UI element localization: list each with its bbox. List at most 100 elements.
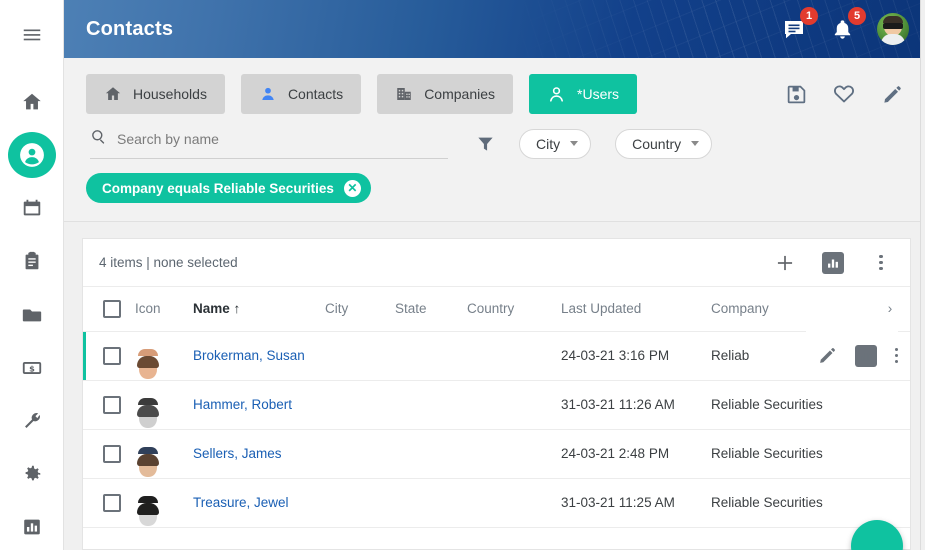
filter-chip-label: Company equals Reliable Securities: [102, 180, 334, 196]
left-nav-rail: $: [0, 0, 64, 550]
column-header-city[interactable]: City: [325, 287, 395, 332]
tab-label: Households: [133, 86, 207, 102]
column-header-company[interactable]: Company: [711, 287, 870, 332]
table-row[interactable]: Hammer, Robert 31-03-21 11:26 AM Reliabl…: [83, 380, 910, 430]
column-header-state[interactable]: State: [395, 287, 467, 332]
row-last-updated-cell: 24-03-21 3:16 PM: [561, 331, 711, 381]
row-city-cell: [325, 380, 395, 430]
menu-icon[interactable]: [8, 12, 56, 58]
row-select-cell: [83, 380, 135, 430]
row-avatar-cell: [135, 380, 193, 430]
billing-icon[interactable]: $: [8, 345, 56, 391]
person-outline-icon: [547, 85, 566, 104]
country-dropdown[interactable]: Country: [615, 128, 713, 159]
row-checkbox[interactable]: [103, 444, 121, 463]
row-country-cell: [467, 478, 561, 528]
app-root: $ Contacts 1 5 Households Contacts Compa…: [0, 0, 925, 550]
person-icon: [259, 85, 277, 103]
tab-companies[interactable]: Companies: [377, 74, 514, 114]
header-actions: 1 5: [781, 7, 909, 45]
avatar[interactable]: [877, 13, 909, 45]
entity-tabs: Households Contacts Companies *Users: [64, 74, 925, 114]
row-state-cell: [395, 429, 467, 479]
chart-button[interactable]: [818, 248, 848, 278]
table-body: Brokerman, Susan 24-03-21 3:16 PM Reliab: [83, 331, 910, 528]
search-icon: [90, 128, 107, 150]
calendar-icon[interactable]: [8, 185, 56, 231]
contacts-icon[interactable]: [7, 132, 56, 179]
chart-icon[interactable]: [8, 504, 56, 550]
tab-contacts[interactable]: Contacts: [240, 74, 362, 114]
row-company-cell: Reliable Securities: [711, 429, 870, 479]
gear-icon[interactable]: [8, 451, 56, 497]
page-title: Contacts: [86, 17, 174, 40]
row-name-link[interactable]: Treasure, Jewel: [193, 495, 289, 510]
search-input[interactable]: [117, 131, 448, 147]
row-select-cell: [83, 331, 135, 381]
row-more-button[interactable]: [894, 347, 898, 364]
table-row[interactable]: Sellers, James 24-03-21 2:48 PM Reliable…: [83, 429, 910, 479]
select-all-header: [83, 287, 135, 332]
row-checkbox[interactable]: [103, 395, 121, 414]
row-expand-cell: [805, 331, 910, 381]
row-hover-actions: [805, 331, 898, 380]
row-state-cell: [395, 478, 467, 528]
row-state-cell: [395, 380, 467, 430]
row-select-cell: [83, 478, 135, 528]
chat-icon[interactable]: 1: [781, 7, 818, 42]
row-last-updated-cell: 31-03-21 11:26 AM: [561, 380, 711, 430]
right-edge-divider: [920, 0, 925, 550]
table-row[interactable]: Treasure, Jewel 31-03-21 11:25 AM Reliab…: [83, 478, 910, 528]
folder-icon[interactable]: [8, 291, 56, 337]
save-icon[interactable]: [781, 79, 811, 109]
row-name-link[interactable]: Brokerman, Susan: [193, 348, 305, 363]
bar-chart-icon: [854, 344, 877, 367]
table-row[interactable]: Brokerman, Susan 24-03-21 3:16 PM Reliab: [83, 331, 910, 381]
more-menu-button[interactable]: [866, 248, 896, 278]
svg-text:$: $: [29, 363, 35, 373]
search-field-wrapper: [90, 128, 448, 159]
column-header-country[interactable]: Country: [467, 287, 561, 332]
pencil-icon[interactable]: [877, 79, 907, 109]
wrench-icon[interactable]: [8, 398, 56, 444]
column-header-icon[interactable]: Icon: [135, 287, 193, 332]
select-all-checkbox[interactable]: [103, 299, 121, 318]
heart-icon[interactable]: [829, 79, 859, 109]
row-edit-button[interactable]: [818, 346, 837, 365]
bar-chart-icon: [822, 251, 844, 274]
row-name-link[interactable]: Hammer, Robert: [193, 397, 292, 412]
bell-icon[interactable]: 5: [829, 7, 866, 42]
row-country-cell: [467, 429, 561, 479]
row-avatar-cell: [135, 331, 193, 381]
row-checkbox[interactable]: [103, 346, 121, 365]
tab-users[interactable]: *Users: [529, 74, 638, 114]
expand-columns-icon[interactable]: ›: [870, 287, 910, 332]
city-dropdown-label: City: [536, 135, 561, 152]
table-card-area: 4 items | none selected Icon Name ↑ City…: [64, 222, 925, 550]
row-name-link[interactable]: Sellers, James: [193, 446, 282, 461]
filter-chip-company[interactable]: Company equals Reliable Securities ✕: [86, 173, 371, 203]
messages-badge: 1: [800, 7, 818, 25]
building-icon: [395, 85, 413, 103]
kebab-icon: [879, 254, 883, 271]
content-column: Contacts 1 5 Households Contacts Compani…: [64, 0, 925, 550]
row-name-cell: Sellers, James: [193, 429, 325, 479]
page-header: Contacts 1 5: [64, 0, 925, 58]
row-expand-cell: [870, 380, 910, 430]
column-header-name[interactable]: Name ↑: [193, 287, 325, 332]
tab-label: Companies: [424, 86, 496, 102]
row-country-cell: [467, 331, 561, 381]
clipboard-icon[interactable]: [8, 238, 56, 284]
row-checkbox[interactable]: [103, 493, 121, 512]
home-icon[interactable]: [8, 79, 56, 125]
funnel-icon[interactable]: [476, 134, 495, 153]
row-city-cell: [325, 478, 395, 528]
row-chart-button[interactable]: [854, 344, 877, 367]
tab-households[interactable]: Households: [86, 74, 225, 114]
row-state-cell: [395, 331, 467, 381]
city-dropdown[interactable]: City: [519, 128, 592, 159]
sort-asc-icon: ↑: [233, 301, 241, 317]
column-header-last-updated[interactable]: Last Updated: [561, 287, 711, 332]
close-icon[interactable]: ✕: [343, 179, 361, 197]
add-button[interactable]: [770, 248, 800, 278]
